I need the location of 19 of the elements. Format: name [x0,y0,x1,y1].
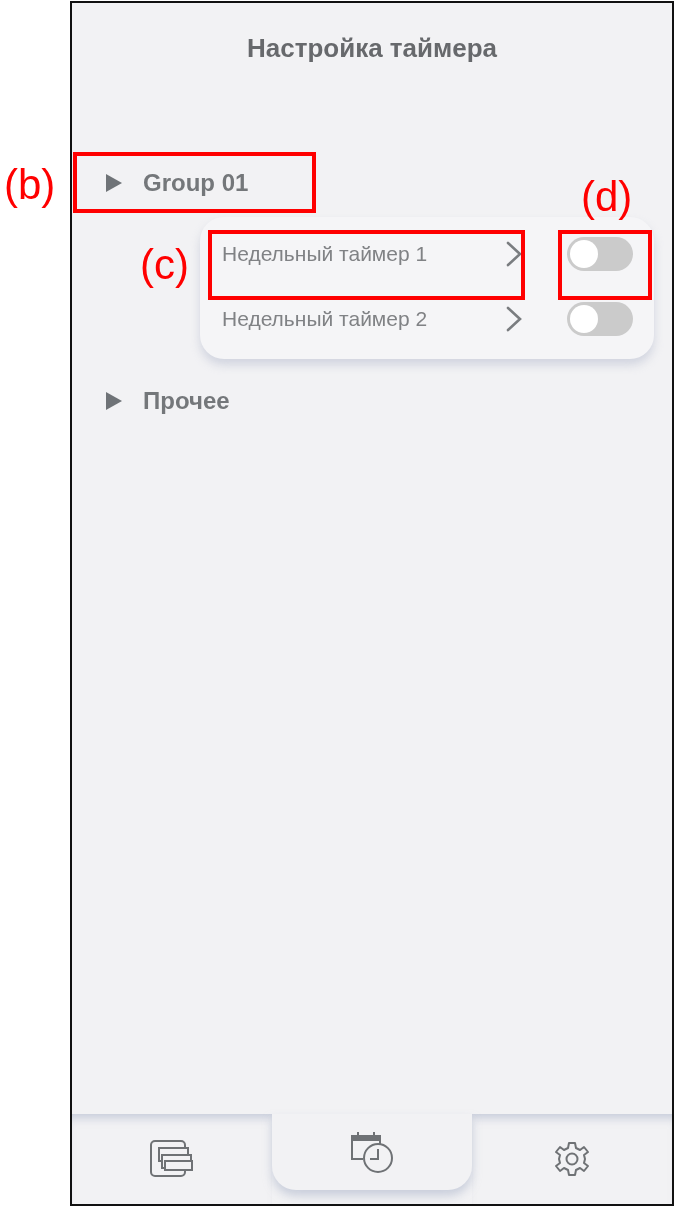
settings-icon [554,1141,590,1177]
toggle-switch[interactable] [567,301,633,336]
toggle-switch[interactable] [567,236,633,271]
annotation-label: (b) [4,160,56,210]
group-header[interactable]: Group 01 [72,153,249,213]
expand-arrow-icon [105,391,123,411]
calendar-clock-icon [349,1130,395,1174]
expand-arrow-icon [105,173,123,193]
nav-tab[interactable] [72,1114,272,1204]
nav-tab[interactable] [272,1114,472,1190]
annotation-label: (d) [581,172,633,222]
timer-item[interactable]: Недельный таймер 1 [222,240,522,267]
screen-title: Настройка таймера [245,32,499,65]
chevron-right-icon [506,240,522,267]
annotation-label: (c) [140,240,189,290]
windows-icon [149,1139,195,1179]
chevron-right-icon [506,305,522,332]
group-header[interactable]: Прочее [72,371,230,431]
timer-item[interactable]: Недельный таймер 2 [222,305,522,332]
